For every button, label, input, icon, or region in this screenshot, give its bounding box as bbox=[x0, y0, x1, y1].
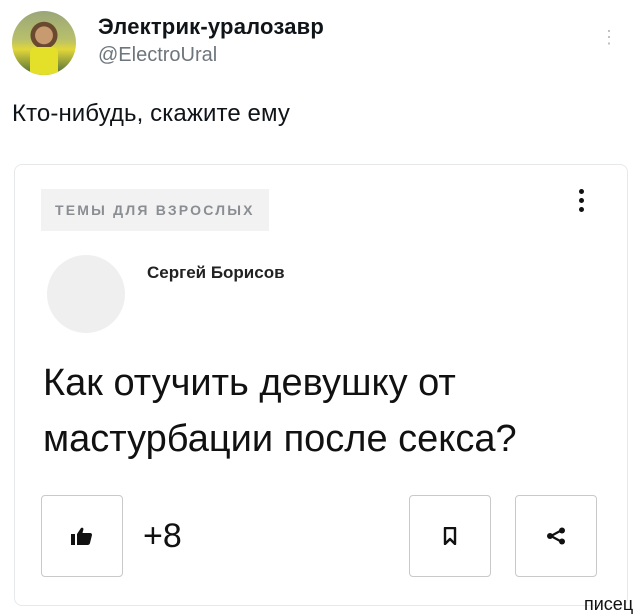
category-tag: ТЕМЫ ДЛЯ ВЗРОСЛЫХ bbox=[41, 189, 269, 231]
share-icon bbox=[547, 527, 565, 545]
vertical-dots-icon[interactable] bbox=[579, 189, 587, 216]
question-text: Как отучить девушку от мастурбации после… bbox=[43, 362, 517, 460]
like-count: +8 bbox=[143, 517, 182, 555]
like-button[interactable] bbox=[41, 495, 123, 577]
bookmark-icon bbox=[443, 527, 457, 545]
watermark: писец bbox=[584, 594, 634, 614]
tweet-text: Кто-нибудь, скажите ему bbox=[12, 100, 290, 127]
avatar[interactable] bbox=[12, 11, 76, 75]
share-button[interactable] bbox=[515, 495, 597, 577]
author-name[interactable]: Электрик-уралозавр bbox=[98, 14, 324, 40]
author-handle[interactable]: @ElectroUral bbox=[98, 44, 217, 67]
thumbs-up-icon bbox=[71, 527, 92, 545]
more-options-icon[interactable]: ⋮ bbox=[600, 28, 618, 46]
embedded-image-card[interactable]: ТЕМЫ ДЛЯ ВЗРОСЛЫХ Сергей Борисов Как оту… bbox=[14, 164, 628, 606]
bookmark-button[interactable] bbox=[409, 495, 491, 577]
user-name: Сергей Борисов bbox=[147, 263, 285, 282]
user-avatar bbox=[47, 255, 125, 333]
